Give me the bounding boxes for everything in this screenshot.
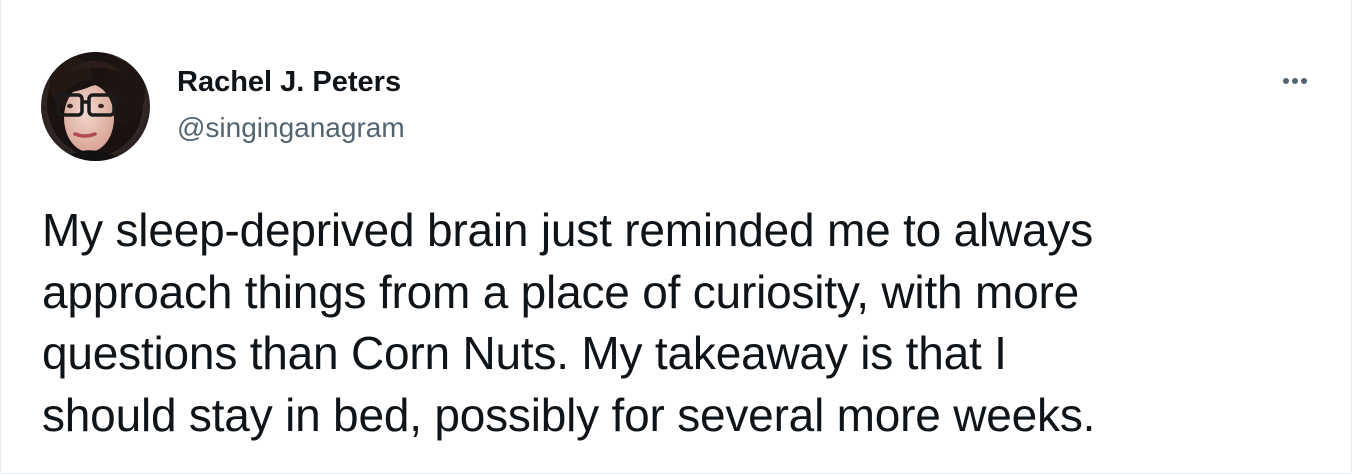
profile-photo-icon: [41, 52, 150, 161]
tweet-card: Rachel J. Peters @singinganagram My slee…: [0, 0, 1352, 474]
author-display-name[interactable]: Rachel J. Peters: [177, 64, 401, 100]
author-handle[interactable]: @singinganagram: [177, 110, 405, 146]
tweet-text: My sleep-deprived brain just reminded me…: [42, 204, 1096, 441]
avatar[interactable]: [41, 52, 150, 161]
more-options-icon: [1283, 78, 1307, 84]
more-options-button[interactable]: [1273, 64, 1317, 98]
